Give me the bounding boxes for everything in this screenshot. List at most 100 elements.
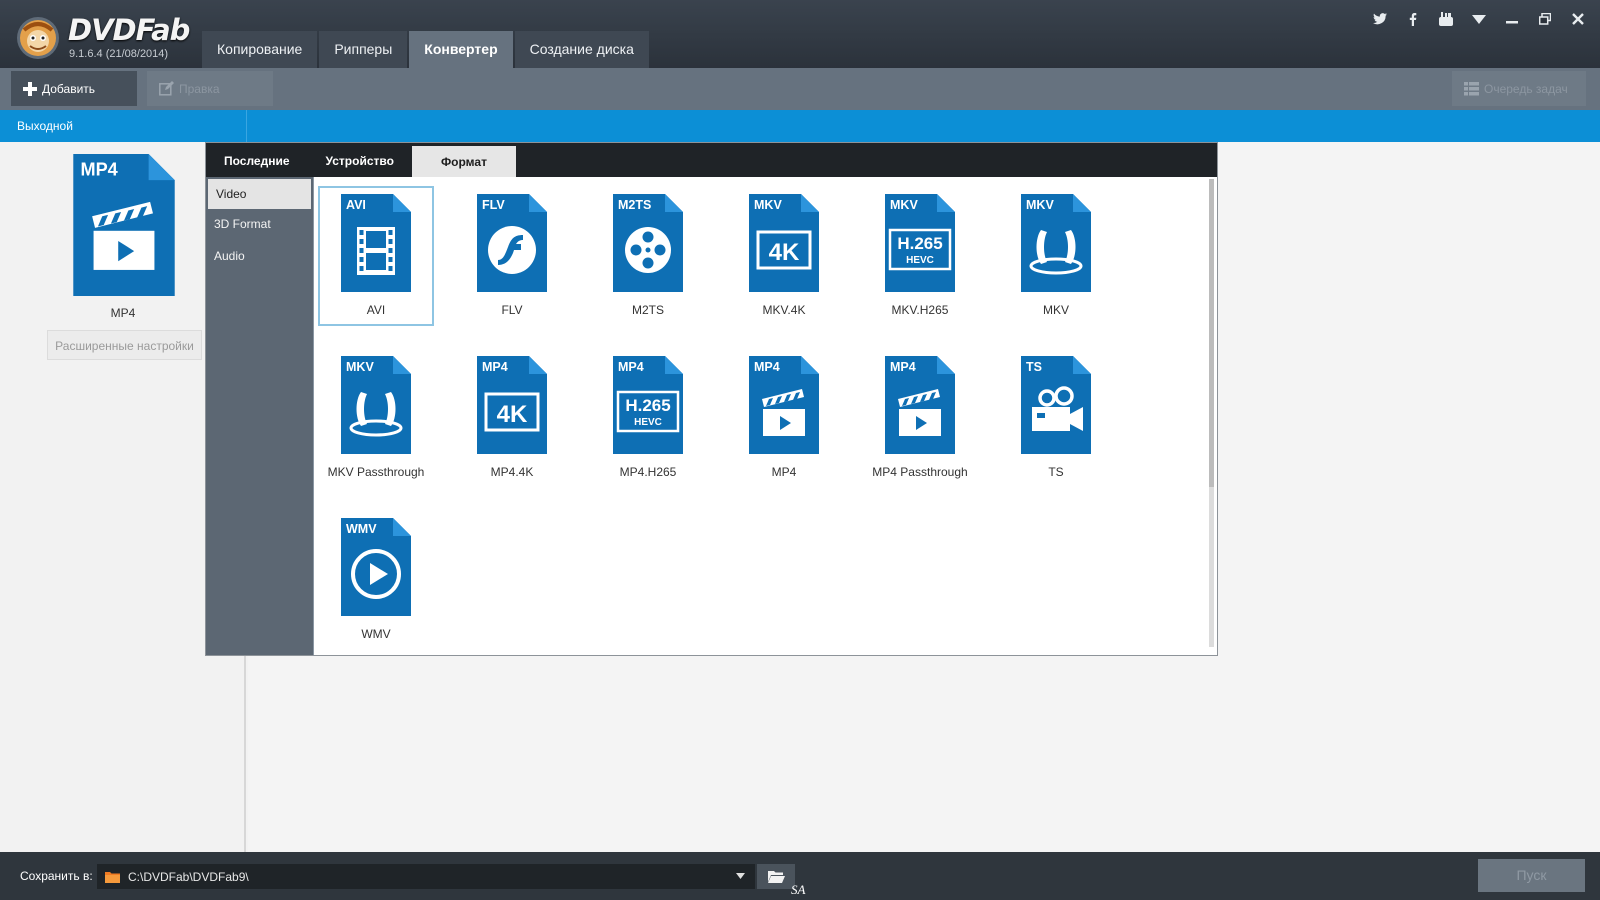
format-grid-scrollbar[interactable] (1209, 179, 1214, 647)
save-path-field[interactable]: C:\DVDFab\DVDFab9\ (97, 864, 755, 889)
format-item[interactable]: MKV 4K MKV.4K (726, 186, 842, 326)
format-cell-wrap: FLV FLV (454, 186, 590, 348)
main-tab[interactable]: Копирование (202, 31, 318, 68)
twitter-icon[interactable] (1370, 9, 1390, 29)
4k-file-icon: MP4 4K (477, 356, 547, 454)
format-label: MKV Passthrough (327, 465, 425, 479)
main-tab[interactable]: Рипперы (319, 31, 408, 68)
output-header-label: Выходной (17, 119, 73, 133)
mkv-file-icon: MKV (1021, 194, 1091, 292)
output-header-bar: Выходной (0, 110, 1600, 142)
format-cell-wrap: MP4 4K MP4.4K (454, 348, 590, 510)
profile-file-icon[interactable]: MP4 (73, 154, 175, 296)
format-badge-text: FLV (482, 198, 505, 212)
format-cell-wrap: M2TS M2TS (590, 186, 726, 348)
edit-icon (159, 81, 174, 96)
format-label: M2TS (631, 303, 664, 317)
popup-tabs: Последние Устройство Формат (206, 143, 1217, 177)
hevc-text: HEVC (634, 417, 662, 428)
edit-button-label: Правка (179, 81, 220, 96)
format-label: MKV.4K (762, 303, 806, 317)
format-cell-wrap: AVI AVI (318, 186, 454, 348)
format-item[interactable]: MP4 H.265 HEVC MP4.H265 (590, 348, 706, 488)
h265-text: H.265 (625, 396, 670, 415)
popup-sidebar: Video 3D Format Audio (206, 177, 313, 655)
format-item[interactable]: TS TS (998, 348, 1114, 488)
close-icon[interactable] (1568, 9, 1588, 29)
minimize-icon[interactable] (1502, 9, 1522, 29)
toolbar: Добавить Правка Очередь задач (0, 68, 1600, 110)
format-item[interactable]: MP4 MP4 Passthrough (862, 348, 978, 488)
format-label: WMV (361, 627, 391, 641)
main-tab[interactable]: Конвертер (409, 31, 513, 68)
popup-tab[interactable]: Последние (206, 143, 308, 177)
format-badge-text: MKV (346, 360, 374, 374)
popup-tab[interactable]: Устройство (308, 143, 412, 177)
popup-tab[interactable]: Формат (411, 146, 516, 177)
reel-file-icon: M2TS (613, 194, 683, 292)
clapper-file-icon: MP4 (749, 356, 819, 454)
format-badge-text: MKV (890, 198, 918, 212)
format-badge-text: M2TS (618, 198, 651, 212)
plus-icon (23, 81, 37, 96)
format-item[interactable]: AVI AVI (318, 186, 434, 326)
youtube-icon[interactable] (1436, 9, 1456, 29)
format-label: MKV.H265 (891, 303, 949, 317)
format-badge-text: AVI (346, 198, 366, 212)
format-cell-wrap: WMV WMV (318, 510, 454, 655)
signature-text: SA (791, 882, 806, 897)
profile-selector-popup: Последние Устройство Формат Video 3D Format… (205, 142, 1218, 656)
format-label: MP4.4K (490, 465, 534, 479)
format-item[interactable]: MKV MKV Passthrough (318, 348, 434, 488)
category-item[interactable]: 3D Format (206, 209, 313, 241)
advanced-settings-button[interactable]: Расширенные настройки (47, 330, 202, 360)
format-item[interactable]: WMV WMV (318, 510, 434, 650)
format-item[interactable]: MP4 MP4 (726, 348, 842, 488)
format-icon: WMV (341, 518, 411, 616)
app-brand: DVDFab (68, 13, 190, 47)
format-label: AVI (366, 303, 386, 317)
format-item[interactable]: MKV H.265 HEVC MKV.H265 (862, 186, 978, 326)
dvdfab-logo-icon (17, 17, 59, 59)
scrollbar-thumb[interactable] (1209, 179, 1214, 487)
clapper-file-icon: MP4 (73, 154, 175, 296)
format-label: MKV (1042, 303, 1069, 317)
restore-icon[interactable] (1535, 9, 1555, 29)
list-icon (1464, 81, 1479, 95)
task-queue-label: Очередь задач (1484, 81, 1568, 96)
menu-dropdown-icon[interactable] (1469, 9, 1489, 29)
format-cell-wrap: MP4 MP4 Passthrough (862, 348, 998, 510)
format-icon: MKV H.265 HEVC (885, 194, 955, 292)
camera-file-icon: TS (1021, 356, 1091, 454)
format-label: MP4.H265 (619, 465, 677, 479)
format-item[interactable]: FLV FLV (454, 186, 570, 326)
start-button[interactable]: Пуск (1478, 859, 1585, 892)
format-icon: AVI (341, 194, 411, 292)
format-icon: MP4 4K (477, 356, 547, 454)
mkv-file-icon: MKV (341, 356, 411, 454)
edit-button[interactable]: Правка (147, 71, 273, 106)
format-item[interactable]: MKV MKV (998, 186, 1114, 326)
category-item[interactable]: Audio (206, 241, 313, 273)
format-icon: MP4 (885, 356, 955, 454)
format-item[interactable]: MP4 4K MP4.4K (454, 348, 570, 488)
title-bar: DVDFab 9.1.6.4 (21/08/2014) Копирование Р… (0, 0, 1600, 68)
category-item[interactable]: Video (208, 179, 311, 209)
format-badge-text: MP4 (754, 360, 780, 374)
4k-file-icon: MKV 4K (749, 194, 819, 292)
format-icon: MP4 H.265 HEVC (613, 356, 683, 454)
browse-folder-button[interactable] (757, 864, 795, 889)
format-cell-wrap: MP4 H.265 HEVC MP4.H265 (590, 348, 726, 510)
h265-file-icon: MKV H.265 HEVC (885, 194, 955, 292)
format-label: MP4 (771, 465, 797, 479)
format-cell-wrap: MKV 4K MKV.4K (726, 186, 862, 348)
format-icon: TS (1021, 356, 1091, 454)
format-icon: FLV (477, 194, 547, 292)
facebook-icon[interactable] (1403, 9, 1423, 29)
main-tab[interactable]: Создание диска (514, 31, 649, 68)
add-button[interactable]: Добавить (11, 71, 137, 106)
chevron-down-icon[interactable] (736, 873, 745, 879)
format-item[interactable]: M2TS M2TS (590, 186, 706, 326)
h265-text: H.265 (897, 234, 942, 253)
task-queue-button[interactable]: Очередь задач (1452, 71, 1586, 106)
